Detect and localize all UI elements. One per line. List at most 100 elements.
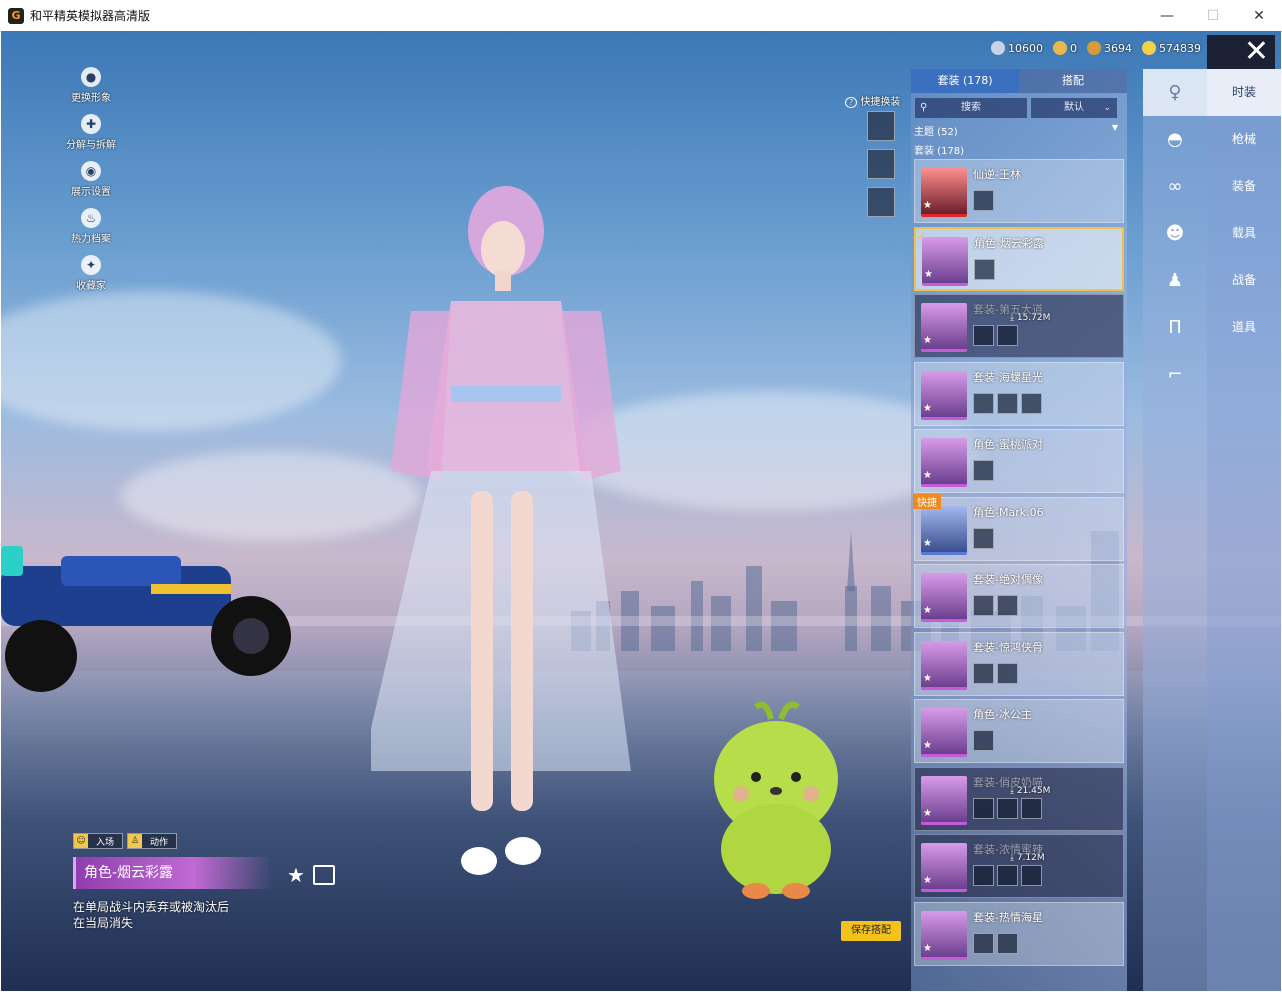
coin-icon [991,41,1005,55]
outfit-name: 套装-热情海星 [973,910,1043,924]
outfit-card[interactable]: ★ 套装-俏皮奶喵 ⤓ 21.45M [914,766,1124,831]
search-row: ⚲ 搜索 默认 ⌄ [915,98,1123,118]
outfit-part-slot [1021,797,1042,819]
minimize-button[interactable]: — [1144,0,1190,31]
outfit-parts [973,460,994,481]
action-tag[interactable]: ♙ 动作 [127,833,178,849]
category-tab[interactable]: 枪械 [1207,116,1281,163]
currency-bar: 10600 0 3694 574839 [991,41,1201,55]
category-tab[interactable]: 战备 [1207,257,1281,304]
quick-swap-slot[interactable] [867,149,895,179]
outfit-part-slot [973,595,994,616]
outfit-parts [973,730,994,751]
outfit-card[interactable]: ★ 套装-海螺星光 [914,361,1124,426]
window-titlebar: G 和平精英模拟器高清版 — ☐ ✕ [0,0,1282,32]
change-appearance-button[interactable]: ● 更换形象 [61,67,121,104]
shoes-icon[interactable]: ⌐ [1143,351,1207,398]
currency-value: 0 [1070,41,1077,55]
outfit-part-slot [973,460,994,481]
cap-icon[interactable]: ◓ [1143,116,1207,163]
outfit-card[interactable]: ★ 角色-蜜桃派对 [914,429,1124,493]
outfit-card[interactable]: ★ 套装-惊鸿侠骨 [914,631,1124,696]
download-size[interactable]: ⤓ 21.45M [1010,786,1050,796]
outfit-part-slot [997,595,1018,616]
outfit-section-label: 套装 (178) [914,146,965,157]
star-icon: ★ [923,875,932,886]
currency-item: 10600 [991,41,1043,55]
quick-swap-slot[interactable] [867,187,895,217]
window-title: 和平精英模拟器高清版 [30,9,151,23]
quick-swap-slot[interactable] [867,111,895,141]
display-settings-button[interactable]: ◉ 展示设置 [61,161,121,198]
theme-section-header[interactable]: 主题 (52) ▼ [914,123,1124,138]
outfit-parts [973,932,1018,954]
outfit-name: 角色-Mark.06 [973,505,1044,519]
maximize-button[interactable]: ☐ [1190,0,1236,31]
outfit-panel: 套装 (178) 搭配 ⚲ 搜索 默认 ⌄ 主题 (52) ▼ 套装 (178)… [911,69,1127,991]
outfit-card[interactable]: ★ 仙逆-王林 [914,159,1124,223]
menu-label: 收藏家 [76,281,106,292]
outfit-part-slot [973,392,994,414]
outfit-name: 套装-海螺星光 [973,370,1043,384]
top-icon[interactable]: ♟ [1143,257,1207,304]
outfit-section-header: 套装 (178) [914,142,1124,157]
save-outfit-button[interactable]: 保存搭配 [841,921,901,941]
menu-label: 分解与拆解 [66,140,116,151]
outfit-name: 套装-惊鸿侠骨 [973,640,1043,654]
category-tab[interactable]: 装备 [1207,163,1281,210]
download-size[interactable]: ⤓ 7.12M [1010,853,1045,863]
coin-icon [1053,41,1067,55]
outfit-part-slot [974,258,995,280]
search-icon: ⚲ [920,102,928,113]
decompose-button[interactable]: ✚ 分解与拆解 [61,114,121,151]
collector-button[interactable]: ✦ 收藏家 [61,255,121,292]
window-controls: — ☐ ✕ [1144,0,1282,31]
currency-item: 3694 [1087,41,1132,55]
share-icon[interactable] [313,865,335,885]
entrance-tag[interactable]: ☺ 入场 [73,833,124,849]
outfit-parts [973,392,1042,414]
outfit-card[interactable]: ★ 套装-热情海星 [914,901,1124,966]
outfit-card[interactable]: ★ 套装-绝对偶像 [914,564,1124,628]
glasses-icon[interactable]: ∞ [1143,163,1207,210]
category-tab[interactable]: 道具 [1207,304,1281,351]
favorite-star-icon[interactable]: ★ [287,863,305,887]
outfit-parts [973,325,1018,346]
outfit-card[interactable]: ★ 角色-冰公主 [914,699,1124,763]
outfit-part-slot [973,932,994,954]
slot-icon-column: ♀ ◓ ∞ ☻ ♟ Π ⌐ [1143,69,1207,991]
outfit-list: ★ 仙逆-王林 ★ 角色-烟云彩露 ✓ ★ 套装-第五大道 ⤓ 15.72M ★ 套装-海螺星光 ★… [913,159,1124,969]
race-car-vehicle [1,546,291,692]
outfit-part-slot [997,932,1018,954]
outfit-card[interactable]: ★ 角色-Mark.06 快捷 [913,493,1124,561]
download-size[interactable]: ⤓ 15.72M [1010,313,1050,323]
quick-swap-label[interactable]: ? 快捷换装 [845,93,900,108]
outfit-card[interactable]: ★ 角色-烟云彩露 ✓ [914,226,1124,291]
category-tab[interactable]: 载具 [1207,210,1281,257]
outfit-card[interactable]: ★ 套装-第五大道 ⤓ 15.72M [914,294,1124,358]
star-icon: ★ [923,470,932,481]
tab-combos[interactable]: 搭配 [1019,69,1127,93]
close-window-button[interactable]: ✕ [1236,0,1282,31]
pants-icon[interactable]: Π [1143,304,1207,351]
quick-swap-text: 快捷换装 [860,97,901,108]
outfit-parts [973,662,1018,684]
outfit-name: 角色-烟云彩露 [974,236,1044,250]
mask-icon[interactable]: ☻ [1143,210,1207,257]
outfit-icon[interactable]: ♀ [1143,69,1207,116]
character-model [371,186,631,875]
tab-outfits[interactable]: 套装 (178) [911,69,1019,93]
heat-archive-button[interactable]: ♨ 热力档案 [61,208,121,245]
close-wardrobe-button[interactable]: ✕ [1207,35,1275,71]
sort-dropdown[interactable]: 默认 ⌄ [1031,98,1117,118]
theme-section-label: 主题 (52) [914,127,958,138]
search-input[interactable]: ⚲ 搜索 [915,98,1027,118]
outfit-card[interactable]: ★ 套装-浓情蜜辣 ⤓ 7.12M [914,834,1124,898]
outfit-parts [973,527,994,549]
star-icon: ★ [923,942,932,954]
outfit-part-slot [973,325,994,346]
currency-value: 3694 [1104,41,1132,55]
star-icon: ★ [923,740,932,751]
category-tab[interactable]: 时装 [1207,69,1281,116]
person-icon: ● [81,67,101,87]
